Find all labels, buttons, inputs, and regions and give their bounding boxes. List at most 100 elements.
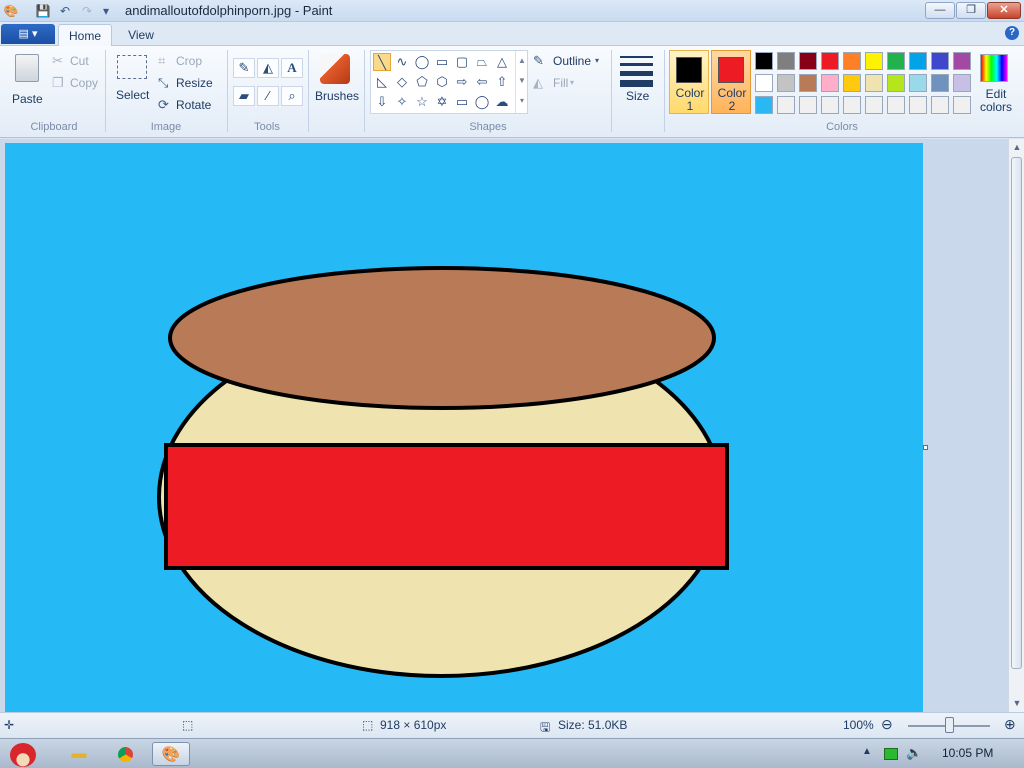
outline-dropdown[interactable]: Outline: [553, 54, 591, 68]
hexagon-shape-icon[interactable]: ⬡: [433, 73, 451, 91]
right-triangle-shape-icon[interactable]: ◺: [373, 73, 391, 91]
palette-swatch[interactable]: [777, 52, 795, 70]
scroll-up-arrow[interactable]: ▲: [1009, 139, 1024, 155]
palette-swatch[interactable]: [821, 96, 839, 114]
magnifier-tool[interactable]: ⌕: [281, 86, 303, 106]
color-1-button[interactable]: Color 1: [669, 50, 709, 114]
volume-icon[interactable]: 🔈: [906, 745, 922, 761]
diamond-shape-icon[interactable]: ◇: [393, 73, 411, 91]
palette-swatch[interactable]: [799, 52, 817, 70]
brushes-button[interactable]: Brushes: [313, 50, 359, 116]
oval-callout-shape-icon[interactable]: ◯: [473, 93, 491, 111]
zoom-in-icon[interactable]: ⊕: [1004, 716, 1016, 733]
start-button[interactable]: [2, 742, 48, 767]
five-point-star-shape-icon[interactable]: ☆: [413, 93, 431, 111]
help-icon[interactable]: ?: [1005, 26, 1019, 40]
cloud-callout-shape-icon[interactable]: ☁: [493, 93, 511, 111]
palette-swatch[interactable]: [887, 52, 905, 70]
paint-menu-button[interactable]: ▤ ▾: [1, 24, 55, 44]
palette-swatch[interactable]: [843, 52, 861, 70]
palette-swatch[interactable]: [931, 74, 949, 92]
rotate-button[interactable]: Rotate: [176, 98, 211, 112]
palette-swatch[interactable]: [909, 74, 927, 92]
pentagon-shape-icon[interactable]: ⬠: [413, 73, 431, 91]
edit-colors-button[interactable]: Edit colors: [975, 50, 1013, 116]
resize-button[interactable]: Resize: [176, 76, 213, 90]
palette-swatch[interactable]: [931, 52, 949, 70]
redo-icon[interactable]: ↷: [79, 3, 95, 19]
select-button[interactable]: Select: [113, 52, 151, 112]
up-arrow-shape-icon[interactable]: ⇧: [493, 73, 511, 91]
eraser-tool[interactable]: ▰: [233, 86, 255, 106]
palette-swatch[interactable]: [865, 74, 883, 92]
fill-dropdown[interactable]: Fill: [553, 76, 568, 90]
palette-swatch[interactable]: [799, 74, 817, 92]
close-button[interactable]: ✕: [987, 2, 1021, 19]
zoom-slider-knob[interactable]: [945, 717, 954, 733]
palette-swatch[interactable]: [953, 52, 971, 70]
palette-swatch[interactable]: [909, 96, 927, 114]
scrollbar-thumb[interactable]: [1011, 157, 1022, 669]
palette-swatch[interactable]: [931, 96, 949, 114]
vertical-scrollbar[interactable]: ▲ ▼: [1008, 139, 1024, 712]
paint-taskbar-button[interactable]: 🎨: [152, 742, 190, 766]
drawing-canvas[interactable]: [5, 143, 923, 712]
save-icon[interactable]: 💾: [35, 3, 51, 19]
palette-swatch[interactable]: [887, 74, 905, 92]
explorer-taskbar-button[interactable]: ▬: [60, 742, 98, 766]
customize-quick-access-icon[interactable]: ▾: [98, 3, 114, 19]
shapes-scroll[interactable]: ▲ ▼ ▾: [515, 51, 528, 113]
show-hidden-icons-icon[interactable]: ▲: [862, 746, 872, 757]
taskbar-clock[interactable]: 10:05 PM: [942, 746, 993, 760]
curve-shape-icon[interactable]: ∿: [393, 53, 411, 71]
rounded-callout-shape-icon[interactable]: ▭: [453, 93, 471, 111]
palette-swatch[interactable]: [865, 52, 883, 70]
palette-swatch[interactable]: [777, 96, 795, 114]
palette-swatch[interactable]: [953, 74, 971, 92]
paste-button[interactable]: Paste: [8, 50, 46, 112]
palette-swatch[interactable]: [799, 96, 817, 114]
triangle-shape-icon[interactable]: △: [493, 53, 511, 71]
canvas-resize-handle[interactable]: [923, 445, 928, 450]
palette-swatch[interactable]: [755, 74, 773, 92]
fill-tool[interactable]: ◭: [257, 58, 279, 78]
chrome-taskbar-button[interactable]: [106, 742, 144, 766]
cut-button[interactable]: Cut: [70, 54, 89, 68]
network-icon[interactable]: [884, 748, 898, 760]
size-button[interactable]: Size: [617, 50, 657, 116]
down-arrow-shape-icon[interactable]: ⇩: [373, 93, 391, 111]
crop-button[interactable]: Crop: [176, 54, 202, 68]
right-arrow-shape-icon[interactable]: ⇨: [453, 73, 471, 91]
maximize-button[interactable]: ❐: [956, 2, 986, 19]
palette-swatch[interactable]: [777, 74, 795, 92]
paint-app-icon[interactable]: 🎨: [3, 3, 19, 19]
pencil-tool[interactable]: ✎: [233, 58, 255, 78]
tab-home[interactable]: Home: [58, 24, 112, 46]
palette-swatch[interactable]: [821, 52, 839, 70]
rounded-rectangle-shape-icon[interactable]: ▢: [453, 53, 471, 71]
line-shape-icon[interactable]: ╲: [373, 53, 391, 71]
rectangle-shape-icon[interactable]: ▭: [433, 53, 451, 71]
palette-swatch[interactable]: [887, 96, 905, 114]
text-tool[interactable]: A: [281, 58, 303, 78]
oval-shape-icon[interactable]: ◯: [413, 53, 431, 71]
palette-swatch[interactable]: [755, 52, 773, 70]
palette-swatch[interactable]: [843, 74, 861, 92]
color-2-button[interactable]: Color 2: [711, 50, 751, 114]
copy-button[interactable]: Copy: [70, 76, 98, 90]
left-arrow-shape-icon[interactable]: ⇦: [473, 73, 491, 91]
minimize-button[interactable]: —: [925, 2, 955, 19]
six-point-star-shape-icon[interactable]: ✡: [433, 93, 451, 111]
polygon-shape-icon[interactable]: ⏢: [473, 53, 491, 71]
palette-swatch[interactable]: [865, 96, 883, 114]
zoom-out-icon[interactable]: ⊖: [881, 716, 893, 733]
palette-swatch[interactable]: [755, 96, 773, 114]
palette-swatch[interactable]: [953, 96, 971, 114]
color-picker-tool[interactable]: ⁄: [257, 86, 279, 106]
scroll-down-arrow[interactable]: ▼: [1009, 695, 1024, 711]
undo-icon[interactable]: ↶: [57, 3, 73, 19]
palette-swatch[interactable]: [843, 96, 861, 114]
four-point-star-shape-icon[interactable]: ✧: [393, 93, 411, 111]
palette-swatch[interactable]: [909, 52, 927, 70]
tab-view[interactable]: View: [116, 24, 166, 46]
